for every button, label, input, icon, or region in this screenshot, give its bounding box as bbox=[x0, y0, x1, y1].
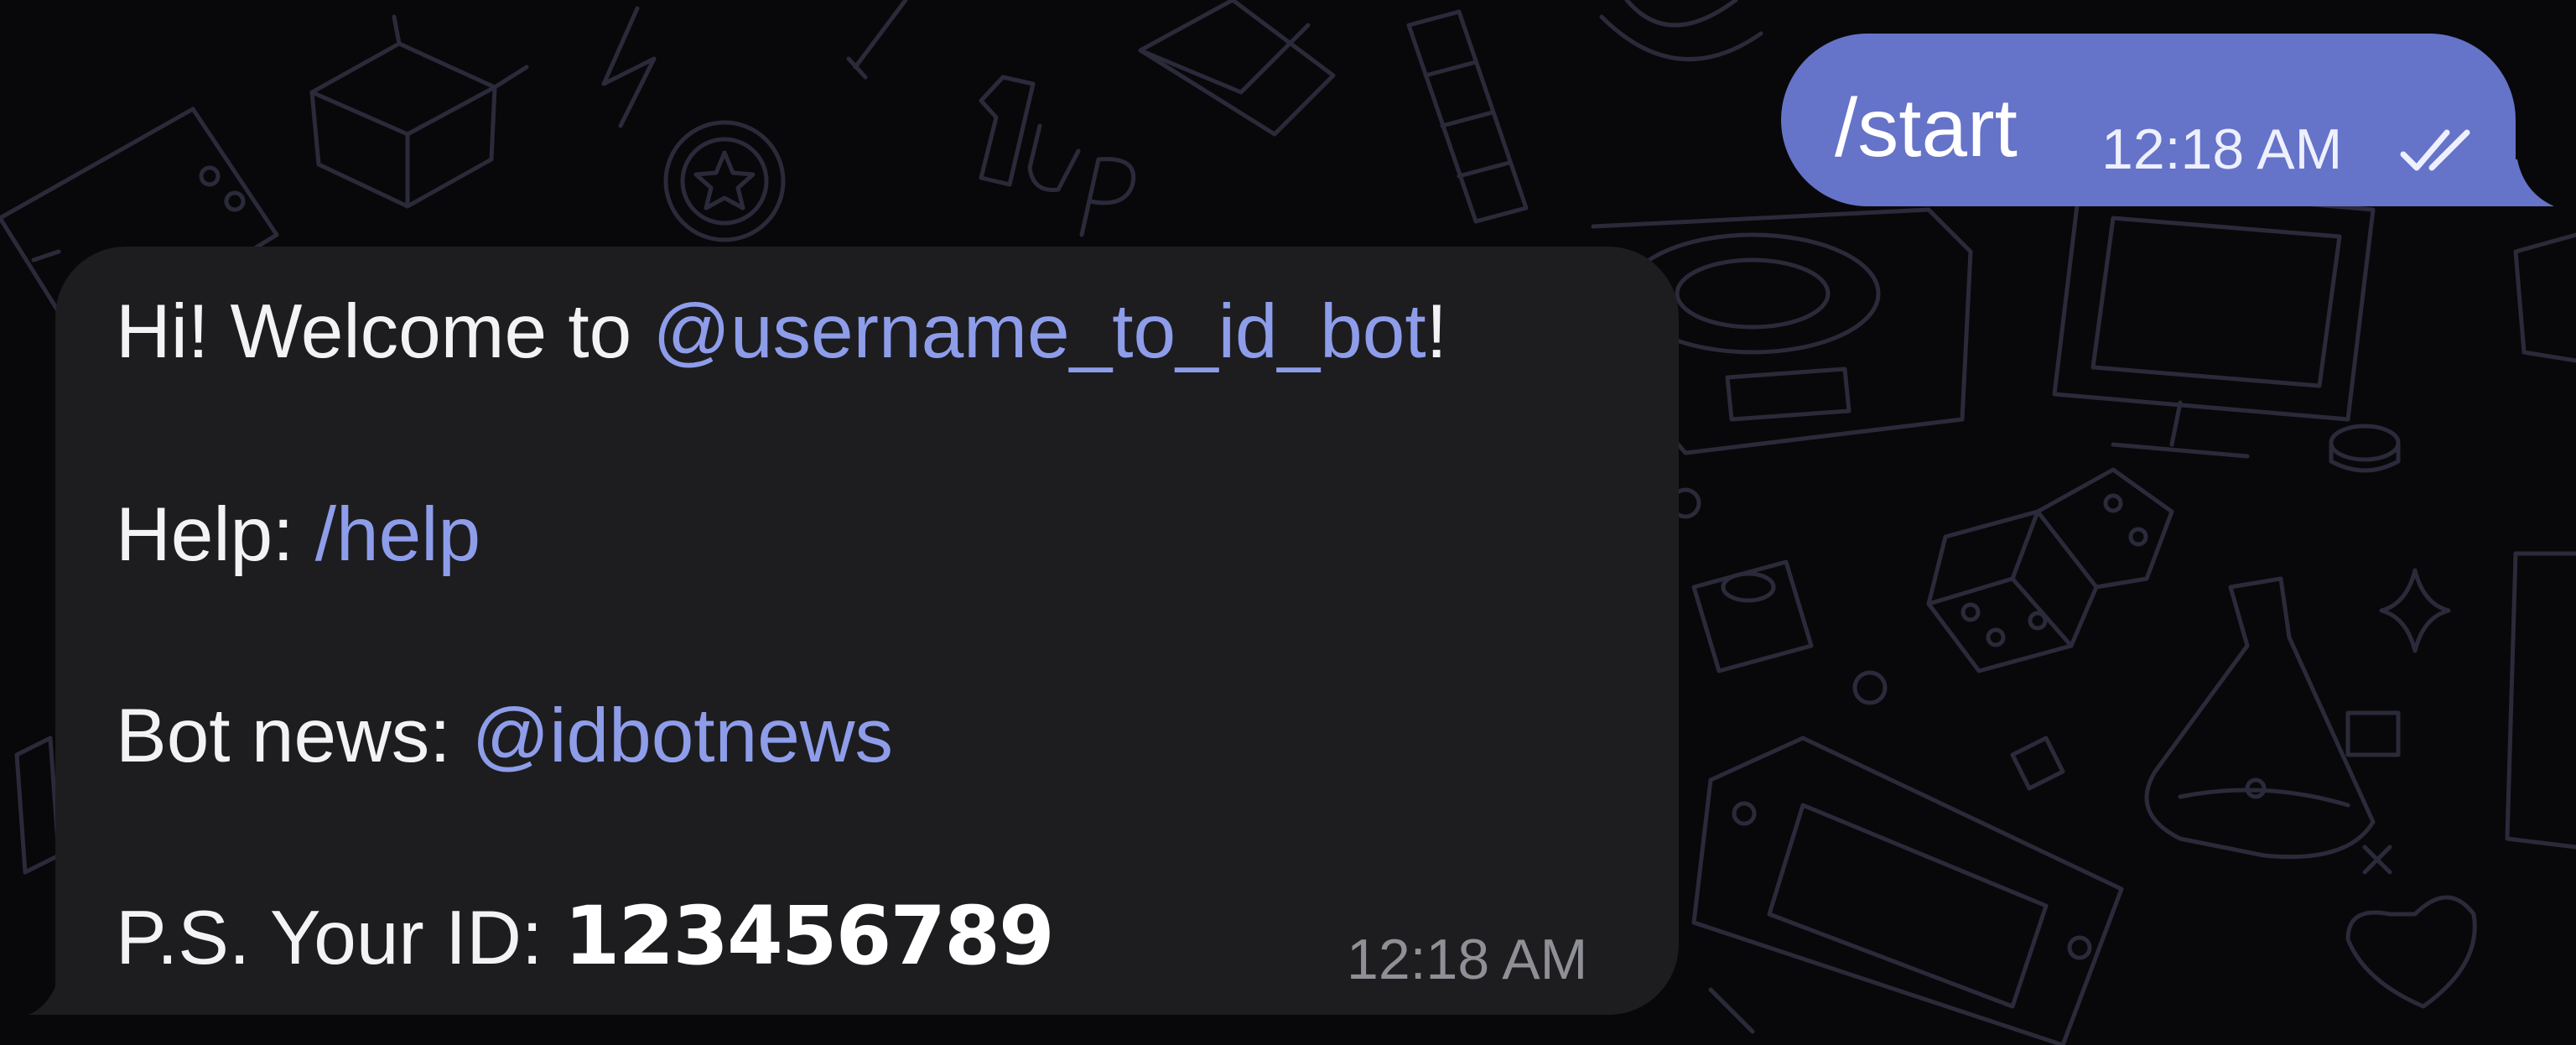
bot-news-label: Bot news: bbox=[116, 694, 472, 778]
incoming-message-time: 12:18 AM bbox=[1347, 928, 1588, 991]
incoming-bubble-tail bbox=[29, 956, 84, 1015]
heart-icon bbox=[2345, 895, 2477, 1009]
panel-icon bbox=[2505, 551, 2576, 850]
dice-icon bbox=[1926, 467, 2174, 673]
outgoing-message-time: 12:18 AM bbox=[2101, 117, 2343, 181]
double-check-icon bbox=[2400, 129, 2470, 171]
sparkle-icon bbox=[2379, 568, 2451, 653]
square-icon bbox=[2345, 710, 2401, 757]
ball-icon bbox=[1599, 0, 1763, 62]
chat-view: /start 12:18 AM Hi! Welcome to @username… bbox=[0, 0, 2576, 1045]
welcome-line: Hi! Welcome to @username_to_id_bot! bbox=[116, 287, 1447, 377]
circle-icon bbox=[1852, 670, 1888, 705]
coin-icon bbox=[663, 120, 786, 242]
box-icon bbox=[309, 14, 529, 209]
user-id-label: P.S. Your ID: bbox=[116, 896, 564, 980]
outgoing-bubble-tail bbox=[2499, 159, 2554, 206]
user-id-value: 123456789 bbox=[564, 889, 1055, 983]
line-icon bbox=[1708, 987, 1755, 1034]
welcome-text: Hi! Welcome to bbox=[116, 289, 653, 374]
column-icon bbox=[1406, 9, 1529, 224]
monitor-icon bbox=[2052, 182, 2376, 459]
help-line: Help: /help bbox=[116, 490, 480, 580]
lightning-icon bbox=[601, 6, 657, 128]
handheld-console-icon bbox=[1691, 736, 2124, 1045]
bot-username-link[interactable]: @username_to_id_bot bbox=[653, 289, 1426, 374]
card-icon bbox=[14, 736, 61, 875]
bot-news-line: Bot news: @idbotnews bbox=[116, 691, 893, 782]
envelope-icon bbox=[1138, 0, 1336, 137]
one-up-icon bbox=[979, 75, 1135, 237]
button-icon bbox=[2329, 424, 2401, 473]
potion-flask-icon bbox=[2144, 576, 2376, 860]
stick-icon bbox=[846, 0, 908, 80]
cross-icon bbox=[2362, 845, 2392, 875]
user-id-line: P.S. Your ID: 123456789 bbox=[116, 889, 1055, 984]
outgoing-message-text: /start bbox=[1835, 81, 2018, 174]
frame-icon bbox=[2513, 232, 2576, 363]
bot-news-channel-link[interactable]: @idbotnews bbox=[472, 694, 893, 778]
block-icon bbox=[1691, 559, 1814, 673]
welcome-suffix: ! bbox=[1426, 289, 1447, 374]
square-icon bbox=[2010, 736, 2065, 791]
help-label: Help: bbox=[116, 492, 315, 577]
help-command-link[interactable]: /help bbox=[315, 492, 480, 577]
